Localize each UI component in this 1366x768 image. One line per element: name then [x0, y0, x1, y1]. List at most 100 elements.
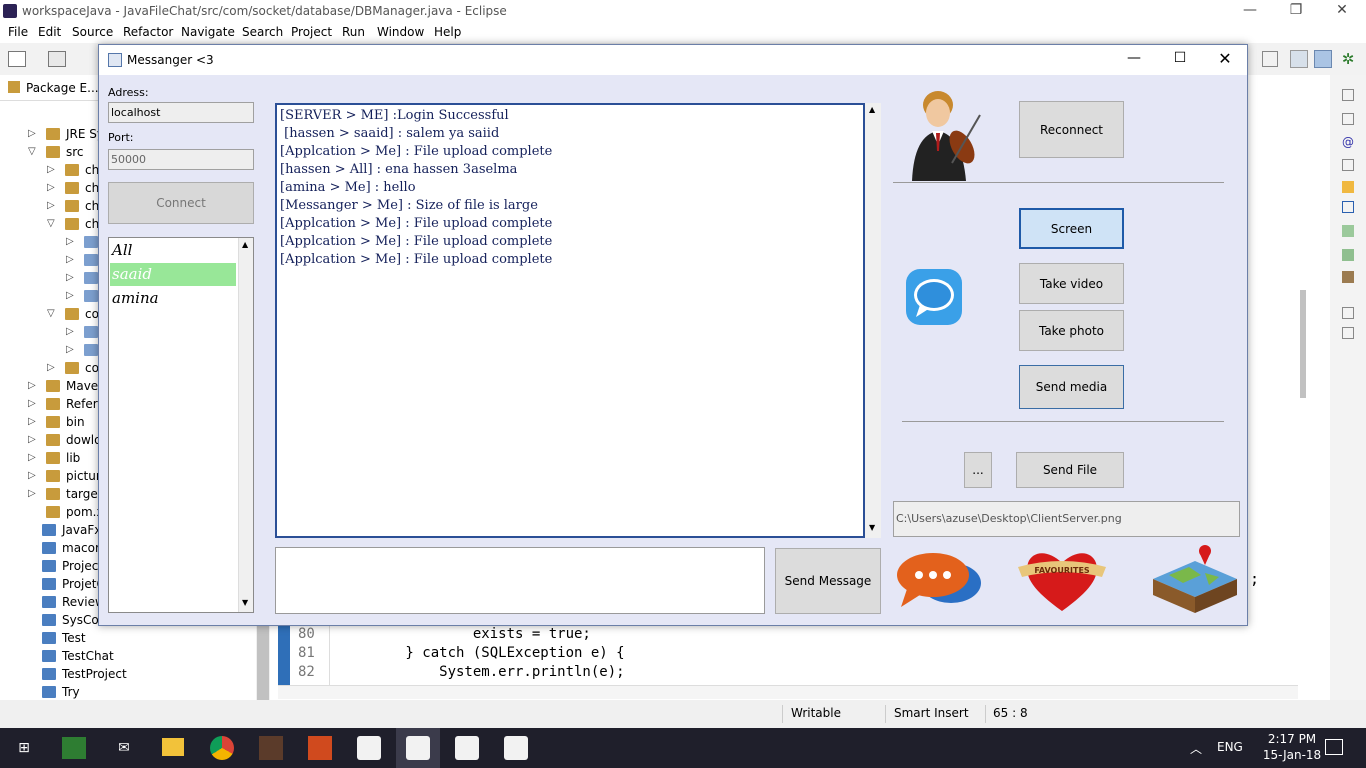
favourites-icon[interactable]: FAVOURITES — [1014, 545, 1110, 613]
chat-scrollbar[interactable]: ▲ ▼ — [865, 103, 881, 538]
code-line[interactable]: exists = true; — [338, 626, 591, 642]
doc-icon[interactable] — [1342, 327, 1354, 339]
language-indicator[interactable]: ENG — [1217, 740, 1243, 754]
task-list-icon[interactable] — [1342, 113, 1354, 125]
restore-view-icon[interactable] — [1342, 307, 1354, 319]
expand-arrow-icon[interactable]: ▷ — [47, 179, 55, 197]
menu-run[interactable]: Run — [342, 25, 365, 39]
restore-icon[interactable]: ❐ — [1273, 2, 1319, 22]
tree-item[interactable]: Test — [0, 629, 270, 647]
new-project-icon[interactable] — [48, 51, 66, 67]
menu-edit[interactable]: Edit — [38, 25, 61, 39]
scroll-down-icon[interactable]: ▼ — [242, 598, 248, 607]
map-icon[interactable] — [1149, 545, 1241, 613]
browse-button[interactable]: ... — [964, 452, 992, 488]
folder-icon[interactable] — [162, 738, 184, 756]
maximize-icon[interactable]: ☐ — [1167, 50, 1193, 66]
editor-hscrollbar[interactable] — [278, 685, 1298, 699]
expand-arrow-icon[interactable]: ▷ — [47, 161, 55, 179]
expand-arrow-icon[interactable]: ▽ — [28, 143, 36, 161]
debug-perspective-icon[interactable] — [1314, 50, 1332, 68]
chrome-icon[interactable] — [210, 736, 234, 760]
clock-time[interactable]: 2:17 PM — [1262, 732, 1322, 746]
notification-icon[interactable] — [1325, 739, 1343, 755]
at-icon[interactable]: @ — [1342, 135, 1354, 149]
java-app-icon[interactable] — [357, 736, 381, 760]
expand-arrow-icon[interactable]: ▷ — [28, 395, 36, 413]
hierarchy-icon[interactable] — [1342, 225, 1354, 237]
code-area[interactable]: 80 exists = true; 81 } catch (SQLExceptio… — [278, 625, 1278, 685]
menu-file[interactable]: File — [8, 25, 28, 39]
menu-window[interactable]: Window — [377, 25, 424, 39]
menu-refactor[interactable]: Refactor — [123, 25, 173, 39]
users-list[interactable]: All saaid amina ▲ ▼ — [108, 237, 254, 613]
menu-project[interactable]: Project — [291, 25, 332, 39]
tree-item[interactable]: Try — [0, 683, 270, 701]
start-icon[interactable]: ⊞ — [4, 732, 44, 764]
menu-search[interactable]: Search — [242, 25, 283, 39]
scroll-up-icon[interactable]: ▲ — [242, 240, 248, 249]
outline-icon[interactable] — [1342, 89, 1354, 101]
eclipse-taskbar-icon[interactable] — [259, 736, 283, 760]
close-icon[interactable]: ✕ — [1212, 49, 1238, 68]
app-icon[interactable] — [62, 737, 86, 759]
tree-item[interactable]: TestChat — [0, 647, 270, 665]
scroll-up-icon[interactable]: ▲ — [869, 105, 875, 114]
tree-icon[interactable] — [1342, 249, 1354, 261]
expand-arrow-icon[interactable]: ▽ — [47, 305, 55, 323]
java-app-icon[interactable] — [504, 736, 528, 760]
expand-arrow-icon[interactable]: ▷ — [28, 125, 36, 143]
file-path-field[interactable]: C:\Users\azuse\Desktop\ClientServer.png — [893, 501, 1240, 537]
expand-arrow-icon[interactable]: ▷ — [47, 197, 55, 215]
send-media-button[interactable]: Send media — [1019, 365, 1124, 409]
menu-source[interactable]: Source — [72, 25, 113, 39]
chat-area[interactable]: [SERVER > ME] :Login Successful [hassen … — [275, 103, 865, 538]
user-list-item[interactable]: saaid — [110, 263, 236, 286]
powerpoint-icon[interactable] — [308, 736, 332, 760]
reconnect-button[interactable]: Reconnect — [1019, 101, 1124, 158]
java-app-icon[interactable] — [455, 736, 479, 760]
user-list-item[interactable]: amina — [110, 287, 236, 310]
java-app-icon[interactable] — [406, 736, 430, 760]
expand-arrow-icon[interactable]: ▷ — [28, 377, 36, 395]
chat-icon[interactable] — [893, 547, 985, 611]
expand-arrow-icon[interactable]: ▷ — [66, 269, 74, 287]
chevron-up-icon[interactable]: ︿ — [1190, 740, 1202, 757]
screen-button[interactable]: Screen — [1019, 208, 1124, 249]
console-icon[interactable] — [1342, 201, 1354, 213]
expand-arrow-icon[interactable]: ▷ — [66, 341, 74, 359]
minimize-icon[interactable]: — — [1121, 50, 1147, 66]
perspective-icon[interactable] — [1262, 51, 1278, 67]
hammer-icon[interactable] — [1342, 181, 1354, 193]
scroll-down-icon[interactable]: ▼ — [869, 523, 875, 532]
mail-icon[interactable]: ✉ — [104, 732, 144, 764]
expand-arrow-icon[interactable]: ▷ — [28, 431, 36, 449]
editor-scroll-thumb[interactable] — [1300, 290, 1306, 398]
package-explorer-tab[interactable]: Package E... — [26, 81, 99, 95]
take-video-button[interactable]: Take video — [1019, 263, 1124, 304]
server-icon[interactable] — [1342, 271, 1354, 283]
user-list-item[interactable]: All — [110, 239, 236, 262]
expand-arrow-icon[interactable]: ▷ — [47, 359, 55, 377]
clock-date[interactable]: 15-Jan-18 — [1262, 748, 1322, 762]
send-file-button[interactable]: Send File — [1016, 452, 1124, 488]
new-icon[interactable] — [8, 51, 26, 67]
port-field[interactable]: 50000 — [108, 149, 254, 170]
bug-icon[interactable]: ✲ — [1339, 50, 1357, 68]
expand-arrow-icon[interactable]: ▷ — [28, 467, 36, 485]
users-scrollbar[interactable]: ▲ ▼ — [238, 238, 253, 612]
code-line[interactable]: System.err.println(e); — [338, 664, 624, 680]
menu-navigate[interactable]: Navigate — [181, 25, 235, 39]
tree-item[interactable]: TestProject — [0, 665, 270, 683]
java-perspective-icon[interactable] — [1290, 50, 1308, 68]
take-photo-button[interactable]: Take photo — [1019, 310, 1124, 351]
expand-arrow-icon[interactable]: ▷ — [66, 233, 74, 251]
expand-arrow-icon[interactable]: ▷ — [66, 287, 74, 305]
expand-arrow-icon[interactable]: ▷ — [66, 323, 74, 341]
connect-button[interactable]: Connect — [108, 182, 254, 224]
message-input[interactable] — [275, 547, 765, 614]
code-line[interactable]: } catch (SQLException e) { — [338, 645, 624, 661]
send-message-button[interactable]: Send Message — [775, 548, 881, 614]
expand-arrow-icon[interactable]: ▽ — [47, 215, 55, 233]
expand-arrow-icon[interactable]: ▷ — [28, 449, 36, 467]
